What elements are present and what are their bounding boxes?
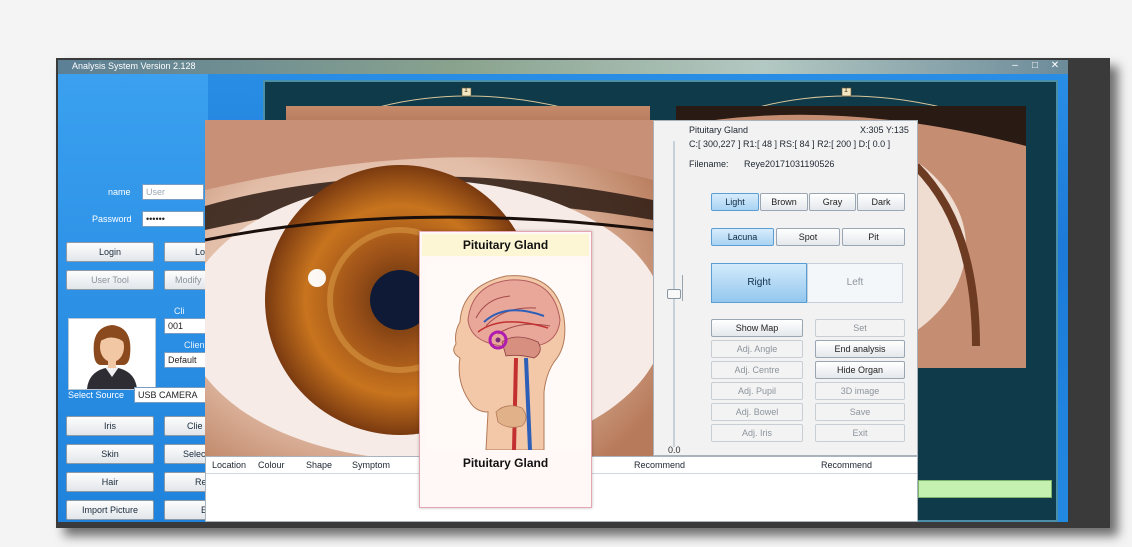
gray-button[interactable]: Gray (809, 193, 856, 211)
hide-organ-button[interactable]: Hide Organ (815, 361, 905, 379)
client-label-1: Cli (174, 306, 185, 316)
name-input[interactable]: User (142, 184, 204, 200)
adj-bowel-button[interactable]: Adj. Bowel (711, 403, 803, 421)
right-eye-button[interactable]: Right (711, 263, 807, 303)
organ-name: Pituitary Gland (689, 125, 749, 135)
import-picture-button[interactable]: Import Picture (66, 500, 154, 520)
screenshot-root: Analysis System Version 2.128 – □ ✕ name… (0, 0, 1132, 547)
table-header-recommend-1: Recommend (634, 460, 686, 470)
minimize-icon[interactable]: – (1008, 60, 1022, 72)
anatomy-illustration (426, 262, 586, 451)
slider-value: 0.0 (668, 445, 681, 455)
restore-icon[interactable]: □ (1028, 60, 1042, 72)
popup-title: Pituitary Gland (422, 234, 589, 256)
exit-button[interactable]: Exit (815, 424, 905, 442)
brown-button[interactable]: Brown (760, 193, 808, 211)
cursor-coords: X:305 Y:135 (860, 125, 909, 135)
head-anatomy-drawing (426, 262, 586, 451)
adj-angle-button[interactable]: Adj. Angle (711, 340, 803, 358)
left-panel: name User Password •••••• Login Lo User … (58, 74, 208, 522)
spot-button[interactable]: Spot (776, 228, 840, 246)
lacuna-button[interactable]: Lacuna (711, 228, 774, 246)
name-label: name (108, 187, 131, 197)
nav-partner-button-3[interactable]: Re (164, 472, 208, 492)
dark-button[interactable]: Dark (857, 193, 905, 211)
adj-pupil-button[interactable]: Adj. Pupil (711, 382, 803, 400)
filename-value: Reye20171031190526 (744, 159, 835, 169)
show-map-button[interactable]: Show Map (711, 319, 803, 337)
client-label-2: Clien (184, 340, 205, 350)
title-bar: Analysis System Version 2.128 – □ ✕ (58, 60, 1068, 74)
skin-button[interactable]: Skin (66, 444, 154, 464)
password-input[interactable]: •••••• (142, 211, 204, 227)
window-controls: – □ ✕ (1008, 60, 1062, 72)
left-eye-button[interactable]: Left (807, 263, 903, 303)
3d-image-button[interactable]: 3D image (815, 382, 905, 400)
adj-iris-button[interactable]: Adj. Iris (711, 424, 803, 442)
avatar (68, 318, 156, 390)
end-analysis-button[interactable]: End analysis (815, 340, 905, 358)
save-button[interactable]: Save (815, 403, 905, 421)
table-header-shape: Shape (306, 460, 333, 470)
status-strip (918, 480, 1052, 498)
slider-ticks (682, 275, 688, 301)
client-name-input[interactable]: Default (164, 352, 208, 368)
pit-button[interactable]: Pit (842, 228, 905, 246)
nav-partner-button-2[interactable]: Selec (164, 444, 208, 464)
select-source-label: Select Source (68, 390, 125, 400)
client-id-input[interactable]: 001 (164, 318, 208, 334)
iris-button[interactable]: Iris (66, 416, 154, 436)
circle-params: C:[ 300,227 ] R1:[ 48 ] RS:[ 84 ] R2:[ 2… (689, 139, 891, 149)
password-label: Password (92, 214, 132, 224)
close-icon[interactable]: ✕ (1048, 60, 1062, 72)
adj-centre-button[interactable]: Adj. Centre (711, 361, 803, 379)
window-title: Analysis System Version 2.128 (72, 61, 196, 71)
avatar-icon (69, 319, 155, 389)
nav-partner-button-1[interactable]: Clie (164, 416, 208, 436)
modify-button[interactable]: Modify (164, 270, 208, 290)
login-button[interactable]: Login (66, 242, 154, 262)
analysis-control-panel: Pituitary Gland X:305 Y:135 C:[ 300,227 … (653, 120, 918, 456)
organ-popup: Pituitary Gland Pituitary Gland (419, 231, 592, 508)
logout-button[interactable]: Lo (164, 242, 208, 262)
hair-button[interactable]: Hair (66, 472, 154, 492)
light-button[interactable]: Light (711, 193, 759, 211)
popup-caption: Pituitary Gland (462, 456, 549, 470)
nav-partner-button-4[interactable]: E (164, 500, 208, 520)
set-button[interactable]: Set (815, 319, 905, 337)
zoom-slider-handle[interactable] (667, 289, 681, 299)
table-header-recommend-2: Recommend (821, 460, 873, 470)
table-header-symptom: Symptom (352, 460, 391, 470)
user-tool-button[interactable]: User Tool (66, 270, 154, 290)
filename-label: Filename: (689, 159, 729, 169)
left-arc-marker: 1 (464, 87, 468, 94)
right-arc-marker: 1 (844, 87, 848, 94)
select-source-dropdown[interactable]: USB CAMERA (134, 387, 208, 403)
table-header-colour: Colour (258, 460, 285, 470)
table-header-location: Location (212, 460, 247, 470)
